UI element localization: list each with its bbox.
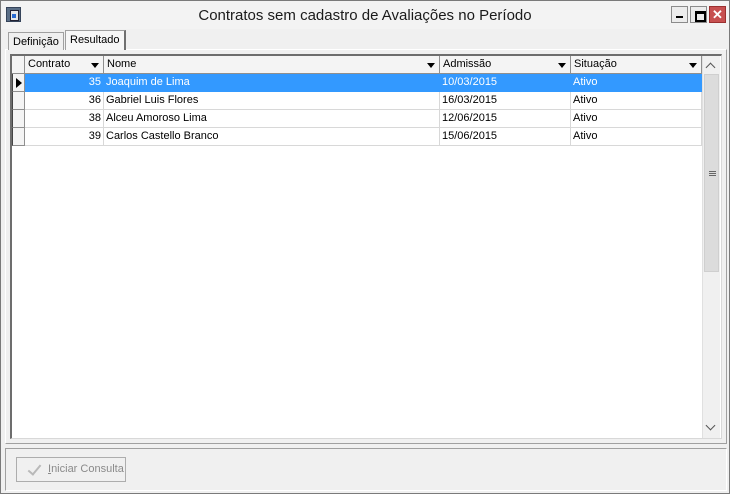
tab-resultado[interactable]: Resultado [65,30,126,50]
cell-contrato[interactable]: 36 [25,92,104,110]
cell-admissao[interactable]: 10/03/2015 [440,74,571,92]
table-row[interactable]: 38 Alceu Amoroso Lima 12/06/2015 Ativo [12,110,702,128]
cell-nome[interactable]: Joaquim de Lima [104,74,440,92]
row-indicator[interactable] [12,110,25,128]
cell-admissao[interactable]: 12/06/2015 [440,110,571,128]
dropdown-arrow-icon[interactable] [556,60,568,70]
tab-definicao[interactable]: Definição [8,32,64,50]
column-header-situacao-label: Situação [574,58,617,70]
check-icon [26,462,42,478]
cell-admissao[interactable]: 16/03/2015 [440,92,571,110]
current-row-arrow-icon [16,78,22,88]
cell-nome[interactable]: Gabriel Luis Flores [104,92,440,110]
grid-corner [12,56,25,74]
row-indicator[interactable] [12,92,25,110]
cell-nome[interactable]: Alceu Amoroso Lima [104,110,440,128]
scroll-down-icon[interactable] [703,419,720,436]
column-header-nome-label: Nome [107,58,137,70]
row-indicator[interactable] [12,128,25,146]
close-button[interactable]: ✕ [709,6,726,23]
window-title: Contratos sem cadastro de Avaliações no … [198,7,532,24]
label-rest: niciar Consulta [51,463,124,475]
cell-situacao[interactable]: Ativo [571,110,702,128]
table-row[interactable]: 35 Joaquim de Lima 10/03/2015 Ativo [12,74,702,92]
row-indicator[interactable] [12,74,25,92]
column-header-nome[interactable]: Nome [104,56,440,74]
iniciar-consulta-button[interactable]: Iniciar Consulta [16,457,126,482]
vertical-scrollbar[interactable] [702,56,720,438]
grip-icon [709,171,716,176]
column-header-contrato-label: Contrato [28,58,71,70]
column-header-situacao[interactable]: Situação [571,56,702,74]
cell-situacao[interactable]: Ativo [571,92,702,110]
cell-contrato[interactable]: 35 [25,74,104,92]
maximize-button[interactable] [690,6,707,23]
title-bar[interactable]: Contratos sem cadastro de Avaliações no … [1,1,729,29]
minimize-button[interactable] [671,6,688,23]
iniciar-consulta-label: Iniciar Consulta [48,463,124,475]
cell-situacao[interactable]: Ativo [571,128,702,146]
cell-admissao[interactable]: 15/06/2015 [440,128,571,146]
table-row[interactable]: 36 Gabriel Luis Flores 16/03/2015 Ativo [12,92,702,110]
dropdown-arrow-icon[interactable] [89,60,101,70]
dropdown-arrow-icon[interactable] [425,60,437,70]
table-row[interactable]: 39 Carlos Castello Branco 15/06/2015 Ati… [12,128,702,146]
results-grid[interactable]: Contrato Nome Admissão Situação 35 Joaqu… [10,54,722,439]
dropdown-arrow-icon[interactable] [687,60,699,70]
column-header-contrato[interactable]: Contrato [25,56,104,74]
scroll-up-icon[interactable] [703,57,720,74]
scroll-thumb[interactable] [704,74,719,272]
cell-situacao[interactable]: Ativo [571,74,702,92]
cell-contrato[interactable]: 39 [25,128,104,146]
cell-contrato[interactable]: 38 [25,110,104,128]
column-header-admissao[interactable]: Admissão [440,56,571,74]
cell-nome[interactable]: Carlos Castello Branco [104,128,440,146]
report-window: Contratos sem cadastro de Avaliações no … [0,0,730,494]
column-header-admissao-label: Admissão [443,58,492,70]
